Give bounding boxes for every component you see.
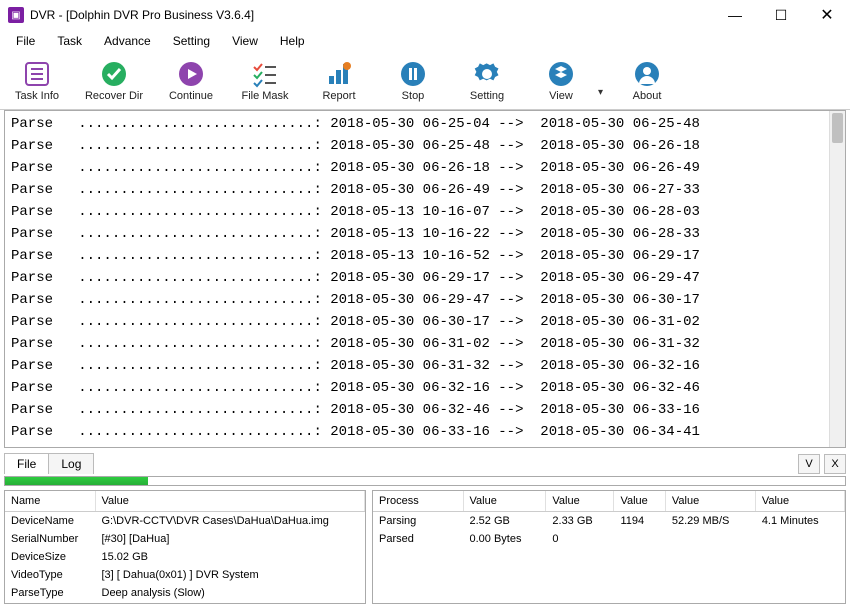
recover-dir-button[interactable]: Recover Dir	[74, 53, 154, 109]
chart-icon	[325, 60, 353, 88]
menu-task[interactable]: Task	[47, 32, 92, 50]
view-label: View	[549, 90, 573, 102]
view-dropdown-icon[interactable]: ▾	[598, 63, 610, 98]
process-panel: ProcessValueValueValueValueValue Parsing…	[372, 490, 846, 604]
log-lines: Parse ............................: 2018…	[5, 111, 845, 448]
info-header-value[interactable]: Value	[95, 491, 365, 512]
toolbar: Task Info Recover Dir Continue File Mask…	[0, 52, 850, 110]
table-row: DeviceNameG:\DVR-CCTV\DVR Cases\DaHua\Da…	[5, 512, 365, 531]
file-mask-button[interactable]: File Mask	[228, 53, 302, 109]
info-header-name[interactable]: Name	[5, 491, 95, 512]
process-header[interactable]: Process	[373, 491, 463, 512]
scrollbar-vertical[interactable]	[829, 111, 845, 447]
recover-dir-label: Recover Dir	[85, 90, 143, 102]
list-icon	[23, 60, 51, 88]
info-table: Name Value DeviceNameG:\DVR-CCTV\DVR Cas…	[5, 491, 365, 602]
menu-view[interactable]: View	[222, 32, 268, 50]
about-label: About	[633, 90, 662, 102]
menu-help[interactable]: Help	[270, 32, 315, 50]
menu-advance[interactable]: Advance	[94, 32, 161, 50]
x-button[interactable]: X	[824, 454, 846, 474]
process-header[interactable]: Value	[614, 491, 665, 512]
tab-log[interactable]: Log	[48, 453, 94, 474]
process-table: ProcessValueValueValueValueValue Parsing…	[373, 491, 845, 548]
process-header[interactable]: Value	[463, 491, 546, 512]
menu-file[interactable]: File	[6, 32, 45, 50]
stop-button[interactable]: Stop	[376, 53, 450, 109]
table-row: ParseTypeDeep analysis (Slow)	[5, 584, 365, 602]
process-header[interactable]: Value	[755, 491, 844, 512]
person-icon	[633, 60, 661, 88]
setting-button[interactable]: Setting	[450, 53, 524, 109]
progress-fill	[5, 477, 148, 485]
report-label: Report	[322, 90, 355, 102]
table-row: Parsing2.52 GB2.33 GB119452.29 MB/S4.1 M…	[373, 512, 845, 531]
menu-setting[interactable]: Setting	[163, 32, 220, 50]
maximize-button[interactable]: ☐	[758, 0, 804, 30]
info-panel: Name Value DeviceNameG:\DVR-CCTV\DVR Cas…	[4, 490, 366, 604]
tabs-row: File Log V X	[0, 450, 850, 474]
tab-file[interactable]: File	[4, 453, 49, 474]
window-title: DVR - [Dolphin DVR Pro Business V3.6.4]	[30, 8, 254, 22]
play-icon	[177, 60, 205, 88]
table-row: Parsed0.00 Bytes0	[373, 530, 845, 548]
about-button[interactable]: About	[610, 53, 684, 109]
gear-icon	[473, 60, 501, 88]
report-button[interactable]: Report	[302, 53, 376, 109]
v-button[interactable]: V	[798, 454, 820, 474]
app-icon: ▣	[8, 7, 24, 23]
bottom-panels: Name Value DeviceNameG:\DVR-CCTV\DVR Cas…	[0, 490, 850, 608]
menubar: File Task Advance Setting View Help	[0, 30, 850, 52]
close-button[interactable]: ✕	[804, 0, 850, 30]
pause-icon	[399, 60, 427, 88]
dropbox-icon	[547, 60, 575, 88]
process-header[interactable]: Value	[665, 491, 755, 512]
checklist-icon	[251, 60, 279, 88]
continue-label: Continue	[169, 90, 213, 102]
table-row: DeviceSize15.02 GB	[5, 548, 365, 566]
minimize-button[interactable]: —	[712, 0, 758, 30]
check-icon	[100, 60, 128, 88]
scrollbar-thumb[interactable]	[832, 113, 843, 143]
view-button[interactable]: View	[524, 53, 598, 109]
task-info-button[interactable]: Task Info	[0, 53, 74, 109]
task-info-label: Task Info	[15, 90, 59, 102]
continue-button[interactable]: Continue	[154, 53, 228, 109]
table-row: SerialNumber[#30] [DaHua]	[5, 530, 365, 548]
process-header[interactable]: Value	[546, 491, 614, 512]
stop-label: Stop	[402, 90, 425, 102]
file-mask-label: File Mask	[241, 90, 288, 102]
titlebar: ▣ DVR - [Dolphin DVR Pro Business V3.6.4…	[0, 0, 850, 30]
progress-bar	[4, 476, 846, 486]
setting-label: Setting	[470, 90, 504, 102]
table-row: VideoType[3] [ Dahua(0x01) ] DVR System	[5, 566, 365, 584]
log-pane: Parse ............................: 2018…	[4, 110, 846, 448]
